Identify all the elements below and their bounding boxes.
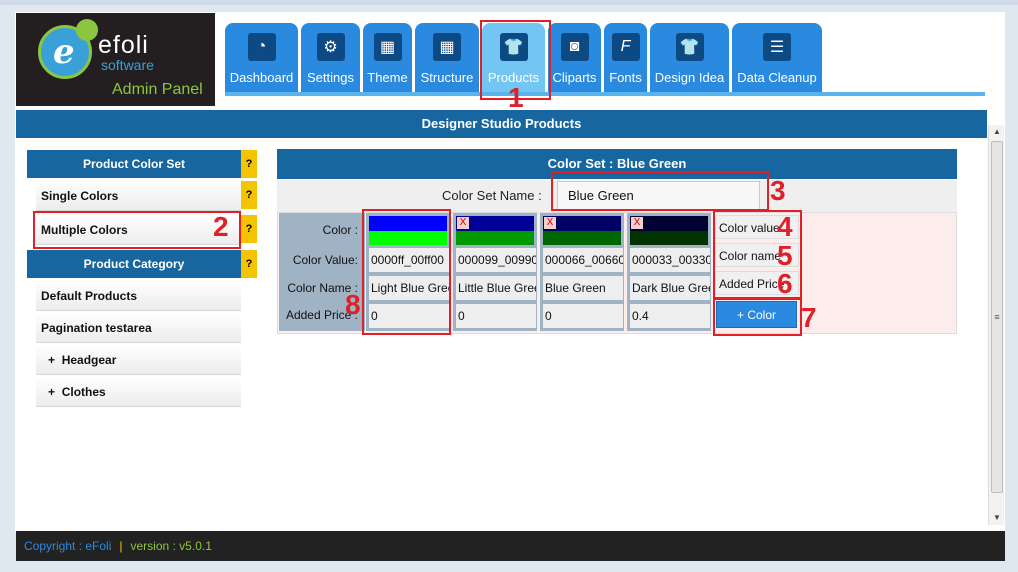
tab-label: Settings <box>307 70 354 85</box>
sidebar-item-headgear[interactable]: + Headgear <box>36 345 241 375</box>
color-swatch-top: X <box>456 216 534 231</box>
annotation-number: 4 <box>777 211 793 242</box>
annotation-number: 8 <box>345 289 361 320</box>
tab-data-cleanup[interactable]: ☰ Data Cleanup <box>732 23 822 93</box>
tshirt-icon: 👕 <box>675 33 704 61</box>
version-text: version : v5.0.1 <box>130 539 212 553</box>
help-icon[interactable]: ? <box>241 181 257 209</box>
admin-panel-label: Admin Panel <box>112 81 203 98</box>
annotation-number: 1 <box>508 82 524 113</box>
help-icon[interactable]: ? <box>241 150 257 178</box>
remove-color-icon[interactable]: X <box>457 217 469 229</box>
logo-name: efoli <box>98 31 149 59</box>
color-swatch-bottom <box>456 231 534 245</box>
scroll-thumb[interactable]: ≡ <box>991 141 1003 493</box>
remove-color-icon[interactable]: X <box>544 217 556 229</box>
color-row-label: Color : <box>322 223 358 237</box>
color-set-name-label: Color Set Name : <box>442 188 542 203</box>
vertical-scrollbar[interactable]: ▲ ≡ ▼ <box>988 125 1004 525</box>
color-name-cell[interactable]: Dark Blue Green <box>630 276 710 300</box>
database-icon: ☰ <box>763 33 791 61</box>
added-price-cell[interactable]: 0 <box>543 304 623 328</box>
tab-theme[interactable]: ▦ Theme <box>363 23 412 93</box>
top-strip <box>0 0 1018 5</box>
tab-fonts[interactable]: F Fonts <box>604 23 647 93</box>
color-column: X 000066_006600 Blue Green 0 <box>540 213 624 331</box>
category-label: Headgear <box>61 353 117 367</box>
sidebar-item-default-products[interactable]: Default Products <box>36 281 241 311</box>
product-category-heading: Product Category <box>27 250 241 278</box>
color-value-row-label: Color Value: <box>292 253 358 267</box>
tab-label: Cliparts <box>552 70 597 85</box>
tab-underline <box>225 92 985 96</box>
tab-label: Design Idea <box>654 70 725 85</box>
tab-label: Data Cleanup <box>737 70 817 85</box>
color-value-cell[interactable]: 000066_006600 <box>543 248 623 272</box>
added-price-cell[interactable]: 0.4 <box>630 304 710 328</box>
color-value-cell[interactable]: 000033_003300 <box>630 248 710 272</box>
scroll-up-icon[interactable]: ▲ <box>989 125 1005 139</box>
color-swatch-top: X <box>543 216 621 231</box>
camera-icon: ◙ <box>560 33 589 61</box>
sidebar-item-clothes[interactable]: + Clothes <box>36 377 241 407</box>
gear-icon: ⚙ <box>316 33 345 61</box>
color-value-cell[interactable]: 000099_009900 <box>456 248 536 272</box>
tab-cliparts[interactable]: ◙ Cliparts <box>548 23 601 93</box>
annotation-number: 6 <box>777 268 793 299</box>
color-swatch-top: X <box>630 216 708 231</box>
annotation-box <box>713 298 802 336</box>
tab-structure[interactable]: ▦ Structure <box>415 23 479 93</box>
color-column: X 000033_003300 Dark Blue Green 0.4 <box>627 213 711 331</box>
page-title: Designer Studio Products <box>16 110 987 138</box>
sidebar-item-single-colors[interactable]: Single Colors <box>36 181 241 211</box>
color-set-heading: Product Color Set <box>27 150 241 178</box>
color-column: X 000099_009900 Little Blue Green 0 <box>453 213 537 331</box>
grid-icon: ▦ <box>373 33 402 61</box>
annotation-number: 2 <box>213 211 229 242</box>
color-swatch-bottom <box>630 231 708 245</box>
footer: Copyright : eFoli | version : v5.0.1 <box>16 531 1005 561</box>
logo-dot <box>76 19 98 41</box>
font-icon: F <box>611 33 640 61</box>
tab-label: Dashboard <box>229 70 294 85</box>
added-price-cell[interactable]: 0 <box>456 304 536 328</box>
expand-plus-icon: + <box>48 353 56 367</box>
logo-letter: e <box>53 32 75 72</box>
tab-label: Fonts <box>609 70 642 85</box>
tab-label: Structure <box>420 70 474 85</box>
category-label: Clothes <box>61 385 106 399</box>
tab-dashboard[interactable]: ◔ Dashboard <box>225 23 298 93</box>
help-icon[interactable]: ? <box>241 215 257 243</box>
remove-color-icon[interactable]: X <box>631 217 643 229</box>
tab-settings[interactable]: ⚙ Settings <box>301 23 360 93</box>
grid-icon: ▦ <box>433 33 461 61</box>
scroll-down-icon[interactable]: ▼ <box>989 511 1005 525</box>
tab-design-idea[interactable]: 👕 Design Idea <box>650 23 729 93</box>
annotation-box <box>33 211 241 249</box>
annotation-box <box>551 171 769 211</box>
gauge-icon: ◔ <box>247 33 276 61</box>
help-icon[interactable]: ? <box>241 250 257 278</box>
annotation-box <box>362 209 451 335</box>
logo-sub: software <box>101 57 154 73</box>
logo[interactable]: e efoli software Admin Panel <box>16 13 215 106</box>
footer-separator: | <box>119 539 123 553</box>
annotation-number: 3 <box>770 175 786 206</box>
tab-label: Theme <box>367 70 408 85</box>
expand-plus-icon: + <box>48 385 56 399</box>
color-swatch-bottom <box>543 231 621 245</box>
color-name-cell[interactable]: Little Blue Green <box>456 276 536 300</box>
app-root: e efoli software Admin Panel ◔ Dashboard… <box>0 0 1018 572</box>
copyright-text: Copyright : eFoli <box>24 539 112 553</box>
annotation-number: 7 <box>801 302 817 333</box>
sidebar-item-pagination-testarea[interactable]: Pagination testarea <box>36 313 241 343</box>
color-name-cell[interactable]: Blue Green <box>543 276 623 300</box>
